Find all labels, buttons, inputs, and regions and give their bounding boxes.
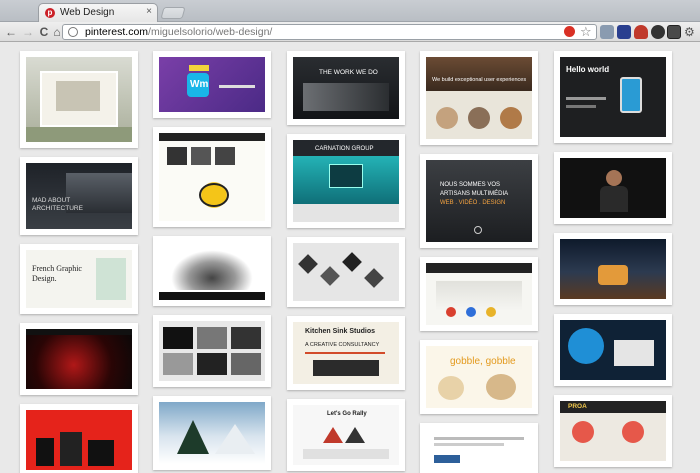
artisans-line-1: NOUS SOMMES VOS xyxy=(440,182,501,188)
wrench-menu-icon[interactable]: ⚙ xyxy=(684,25,698,39)
circle-extension-icon[interactable] xyxy=(651,25,665,39)
pin-image: THE WORK WE DO xyxy=(293,57,399,119)
pin-column-5: Hello world PROA xyxy=(554,51,672,473)
forward-button[interactable]: → xyxy=(20,24,36,40)
pin-card[interactable] xyxy=(20,404,138,473)
pin-image: NOUS SOMMES VOS ARTISANS MULTIMÉDIA WEB … xyxy=(426,160,532,242)
pin-image: CARNATION GROUP xyxy=(293,140,399,222)
pin-image xyxy=(26,57,132,142)
bookmark-star-icon[interactable]: ☆ xyxy=(580,25,594,39)
consultancy-text: A CREATIVE CONSULTANCY xyxy=(305,342,380,348)
puzzle-extension-icon[interactable] xyxy=(600,25,614,39)
pin-card[interactable] xyxy=(420,423,538,473)
mad-line-2: ARCHITECTURE xyxy=(32,205,83,212)
work-title: THE WORK WE DO xyxy=(319,69,378,76)
pin-card[interactable] xyxy=(420,257,538,331)
pin-card[interactable] xyxy=(20,323,138,395)
pin-card[interactable] xyxy=(554,152,672,224)
pin-card[interactable]: THE WORK WE DO xyxy=(287,51,405,125)
tab-web-design[interactable]: p Web Design × xyxy=(38,3,158,22)
pin-image xyxy=(159,402,265,464)
pin-image xyxy=(560,239,666,299)
tab-strip: p Web Design × xyxy=(0,0,700,22)
french-line-2: Design. xyxy=(32,274,57,283)
pin-card[interactable] xyxy=(287,237,405,307)
pin-card[interactable]: French Graphic Design. xyxy=(20,244,138,314)
pin-image xyxy=(26,410,132,470)
pin-card[interactable]: NOUS SOMMES VOS ARTISANS MULTIMÉDIA WEB … xyxy=(420,154,538,248)
french-line-1: French Graphic xyxy=(32,264,82,273)
pin-image xyxy=(426,429,532,469)
browser-toolbar: ← → C ⌂ pinterest.com/miguelsolorio/web-… xyxy=(0,22,700,42)
url-path: /miguelsolorio/web-design/ xyxy=(148,26,273,38)
address-bar[interactable]: pinterest.com/miguelsolorio/web-design/ xyxy=(62,24,597,40)
wordmark: Wm xyxy=(190,79,209,90)
new-tab-button[interactable] xyxy=(160,7,186,19)
gobble-title: gobble, gobble xyxy=(450,356,516,367)
url-host: pinterest.com xyxy=(85,26,149,38)
mad-line-1: MAD ABOUT xyxy=(32,197,71,204)
proa-title: PROA xyxy=(568,403,587,410)
pin-card[interactable] xyxy=(153,396,271,470)
pin-column-3: THE WORK WE DO CARNATION GROUP Kitchen S xyxy=(287,51,405,473)
pin-image xyxy=(293,243,399,301)
tab-title: Web Design xyxy=(60,7,115,18)
pin-image xyxy=(26,329,132,389)
kitchen-title: Kitchen Sink Studios xyxy=(305,328,376,335)
pin-card[interactable]: Hello world xyxy=(554,51,672,143)
back-button[interactable]: ← xyxy=(3,24,19,40)
address-url: pinterest.com/miguelsolorio/web-design/ xyxy=(85,26,272,38)
pin-card[interactable]: CARNATION GROUP xyxy=(287,134,405,228)
pin-image xyxy=(159,242,265,300)
pin-image: Let's Go Rally xyxy=(293,405,399,465)
pin-image: gobble, gobble xyxy=(426,346,532,408)
pin-image: Wm xyxy=(159,57,265,112)
pin-image: French Graphic Design. xyxy=(26,250,132,308)
pin-card[interactable]: Let's Go Rally xyxy=(287,399,405,471)
board-grid: MAD ABOUT ARCHITECTURE French Graphic De… xyxy=(0,43,700,473)
hello-title: Hello world xyxy=(566,65,610,74)
badge-extension-icon[interactable] xyxy=(667,25,681,39)
pin-image xyxy=(560,320,666,380)
shield-extension-icon[interactable] xyxy=(617,25,631,39)
pin-card[interactable] xyxy=(153,315,271,387)
pin-image: MAD ABOUT ARCHITECTURE xyxy=(26,163,132,229)
stop-extension-icon[interactable] xyxy=(564,26,575,37)
pin-image xyxy=(159,321,265,381)
tab-close-icon[interactable]: × xyxy=(146,6,152,17)
pin-image xyxy=(560,158,666,218)
pin-image: Hello world xyxy=(560,57,666,137)
pin-card[interactable] xyxy=(20,51,138,148)
pin-image xyxy=(426,263,532,325)
pin-card[interactable]: We build exceptional user experiences xyxy=(420,51,538,145)
pin-card[interactable]: PROA xyxy=(554,395,672,467)
rally-title: Let's Go Rally xyxy=(327,411,367,417)
pin-card[interactable]: MAD ABOUT ARCHITECTURE xyxy=(20,157,138,235)
pin-image: We build exceptional user experiences xyxy=(426,57,532,139)
pin-card[interactable]: gobble, gobble xyxy=(420,340,538,414)
pinterest-favicon-icon: p xyxy=(45,8,55,18)
pin-column-4: We build exceptional user experiences NO… xyxy=(420,51,538,473)
experience-tagline: We build exceptional user experiences xyxy=(432,77,527,83)
pin-card[interactable] xyxy=(554,233,672,305)
pin-card[interactable] xyxy=(153,127,271,227)
artisans-line-3: WEB . VIDÉO . DESIGN xyxy=(440,200,506,206)
hat-extension-icon[interactable] xyxy=(634,25,648,39)
carnation-title: CARNATION GROUP xyxy=(315,146,374,152)
pin-column-1: MAD ABOUT ARCHITECTURE French Graphic De… xyxy=(20,51,138,473)
artisans-line-2: ARTISANS MULTIMÉDIA xyxy=(440,191,509,197)
pin-image: Kitchen Sink Studios A CREATIVE CONSULTA… xyxy=(293,322,399,384)
pin-column-2: Wm xyxy=(153,51,271,473)
pin-card[interactable]: Wm xyxy=(153,51,271,118)
pin-image xyxy=(159,133,265,221)
pin-card[interactable] xyxy=(554,314,672,386)
pin-card[interactable] xyxy=(153,236,271,306)
pin-card[interactable]: Kitchen Sink Studios A CREATIVE CONSULTA… xyxy=(287,316,405,390)
globe-icon xyxy=(68,27,78,37)
pin-image: PROA xyxy=(560,401,666,461)
